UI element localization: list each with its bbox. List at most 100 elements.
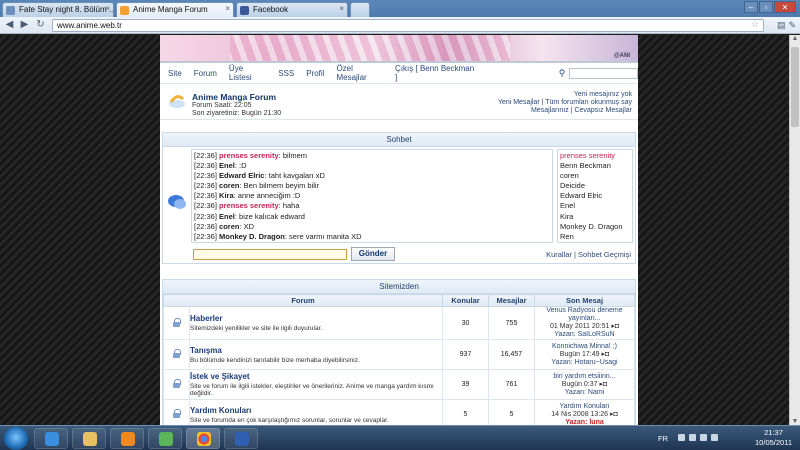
chat-text: :D	[239, 161, 247, 171]
tray-network-icon[interactable]	[689, 434, 696, 441]
send-button[interactable]: Gönder	[351, 247, 395, 261]
tab-close-icon[interactable]: ×	[105, 4, 110, 13]
chat-username[interactable]: Enel	[219, 212, 235, 221]
forum-last-post: biri yardım etsiiinn... Bugün 0:37 ▸◘ Yaza…	[534, 369, 635, 400]
chat-message: [22:36] Enel: :D	[194, 161, 247, 171]
go-to-post-icon[interactable]: ▸◘	[601, 351, 609, 358]
scrollbar[interactable]: ▲ ▼	[789, 35, 800, 425]
online-user[interactable]: Edward Elric	[560, 191, 630, 201]
chat-username[interactable]: Monkey D. Dragon	[219, 232, 285, 241]
search-icon[interactable]: ⚲	[559, 68, 566, 79]
chat-username[interactable]: prenses serenity	[219, 201, 279, 210]
chat-message: [22:36] coren: XD	[194, 221, 255, 231]
menu-logout[interactable]: Çıkış [ Benn Beckman ]	[395, 64, 475, 82]
chat-username[interactable]: Kira	[219, 191, 234, 200]
forum-name[interactable]: Tanışma	[190, 346, 442, 355]
chat-username[interactable]: Enel	[219, 161, 235, 170]
forum-name[interactable]: İstek ve Şikayet	[190, 372, 442, 381]
reload-icon[interactable]: ↻	[34, 19, 47, 32]
quick-links[interactable]: Yeni Mesajlar | Tüm forumları okunmuş sa…	[498, 99, 632, 106]
messenger-icon[interactable]	[148, 428, 182, 449]
tab-strip: Fate Stay night 8. Bölüm ... × Anime Man…	[0, 0, 800, 17]
chat-username[interactable]: Enel	[219, 242, 235, 243]
forum-name[interactable]: Haberler	[190, 314, 442, 323]
scroll-down-icon[interactable]: ▼	[791, 418, 799, 425]
online-user[interactable]: Silvers Rayleigh	[560, 242, 630, 243]
start-button[interactable]	[4, 427, 28, 450]
site-banner: @ANI	[160, 35, 638, 63]
last-post-author[interactable]: Yazan: Nami	[535, 389, 634, 397]
last-post-title[interactable]: biri yardım etsiiinn...	[535, 373, 634, 381]
menu-forum[interactable]: Forum	[194, 69, 217, 78]
menu-members[interactable]: Üye Listesi	[229, 64, 266, 82]
online-user[interactable]: Deicide	[560, 181, 630, 191]
chat-input[interactable]	[193, 249, 347, 260]
bookmark-star-icon[interactable]: ☆	[751, 19, 759, 30]
site-menu: Site Forum Üye Listesi SSS Profil Özel M…	[160, 63, 638, 84]
chat-username[interactable]: coren	[219, 222, 239, 231]
address-bar[interactable]: www.anime.web.tr ☆	[52, 19, 764, 32]
wrench-icon[interactable]: ✎	[788, 20, 796, 31]
forum-topics: 39	[442, 369, 489, 400]
tray-battery-icon[interactable]	[711, 434, 718, 441]
tab-close-icon[interactable]: ×	[225, 4, 230, 13]
go-to-post-icon[interactable]: ▸◘	[610, 411, 618, 418]
forum-name[interactable]: Yardım Konuları	[190, 406, 442, 415]
forum-row: Yardım Konuları Site ve forumda en çok ka…	[163, 399, 635, 425]
go-to-post-icon[interactable]: ▸◘	[611, 323, 619, 330]
chat-username[interactable]: Edward Elric	[219, 171, 264, 180]
media-player-icon[interactable]	[110, 428, 144, 449]
online-user[interactable]: coren	[560, 171, 630, 181]
chrome-icon[interactable]	[186, 428, 220, 449]
last-post-author[interactable]: Yazan: Hotaru~Usagi	[535, 359, 634, 367]
maximize-icon[interactable]: ▫	[759, 1, 773, 13]
no-new-pm[interactable]: Yeni mesajınız yok	[574, 91, 632, 98]
ie-icon[interactable]	[34, 428, 68, 449]
last-post-title[interactable]: Venus Radyosu deneme yayınları...	[535, 307, 634, 323]
new-tab-button[interactable]	[350, 2, 370, 17]
last-post-author[interactable]: Yazan: SaILoRSuN	[535, 331, 634, 339]
online-user[interactable]: prenses serenity	[560, 151, 630, 161]
clock[interactable]: 21:37 10/05/2011	[755, 428, 792, 448]
forum-last-post: Konnichiwa Minna! ;) Bugün 17:49 ▸◘ Yazan:…	[534, 339, 635, 370]
chat-links[interactable]: Kurallar | Sohbet Geçmişi	[546, 250, 631, 259]
menu-site[interactable]: Site	[168, 69, 182, 78]
scroll-thumb[interactable]	[791, 47, 799, 127]
online-user[interactable]: Enel	[560, 201, 630, 211]
forum-last-post: Venus Radyosu deneme yayınları... 01 May …	[534, 306, 635, 340]
word-icon[interactable]	[224, 428, 258, 449]
tray-volume-icon[interactable]	[700, 434, 707, 441]
last-post-title[interactable]: Konnichiwa Minna! ;)	[535, 343, 634, 351]
chat-time: [22:36]	[194, 201, 217, 211]
tab-facebook[interactable]: Facebook ×	[236, 2, 348, 17]
chat-message: [22:36] coren: Ben bilmem beyim bilir	[194, 181, 320, 191]
menu-private-messages[interactable]: Özel Mesajlar	[336, 64, 383, 82]
go-to-post-icon[interactable]: ▸◘	[600, 381, 608, 388]
menu-profile[interactable]: Profil	[306, 69, 324, 78]
language-indicator[interactable]: FR	[658, 434, 668, 443]
chat-message: [22:36] Enel: bize kalıcak edward	[194, 211, 305, 221]
back-icon[interactable]: ◀	[3, 19, 16, 32]
tab-fate[interactable]: Fate Stay night 8. Bölüm ... ×	[2, 2, 114, 17]
online-user[interactable]: Ren	[560, 232, 630, 242]
chat-time: [22:36]	[194, 191, 217, 201]
close-window-icon[interactable]: ✕	[774, 1, 796, 13]
page-menu-icon[interactable]: ▤	[777, 20, 786, 31]
menu-faq[interactable]: SSS	[278, 69, 294, 78]
forward-icon[interactable]: ▶	[18, 19, 31, 32]
last-post-title[interactable]: Yardım Konuları	[535, 403, 634, 411]
online-user[interactable]: Kira	[560, 212, 630, 222]
chat-username[interactable]: coren	[219, 181, 239, 190]
search-input[interactable]	[569, 67, 638, 79]
online-user[interactable]: Monkey D. Dragon	[560, 222, 630, 232]
chat-username[interactable]: prenses serenity	[219, 151, 279, 160]
tab-anime-forum[interactable]: Anime Manga Forum ×	[116, 2, 234, 17]
minimize-icon[interactable]: –	[744, 1, 758, 13]
tray-flag-icon[interactable]	[678, 434, 685, 441]
quick-links-2[interactable]: Mesajlarınız | Cevapsız Mesajlar	[531, 107, 632, 114]
explorer-icon[interactable]	[72, 428, 106, 449]
tab-close-icon[interactable]: ×	[339, 4, 344, 13]
forum-title[interactable]: Anime Manga Forum	[192, 92, 276, 102]
scroll-up-icon[interactable]: ▲	[791, 35, 799, 42]
online-user[interactable]: Benn Beckman	[560, 161, 630, 171]
